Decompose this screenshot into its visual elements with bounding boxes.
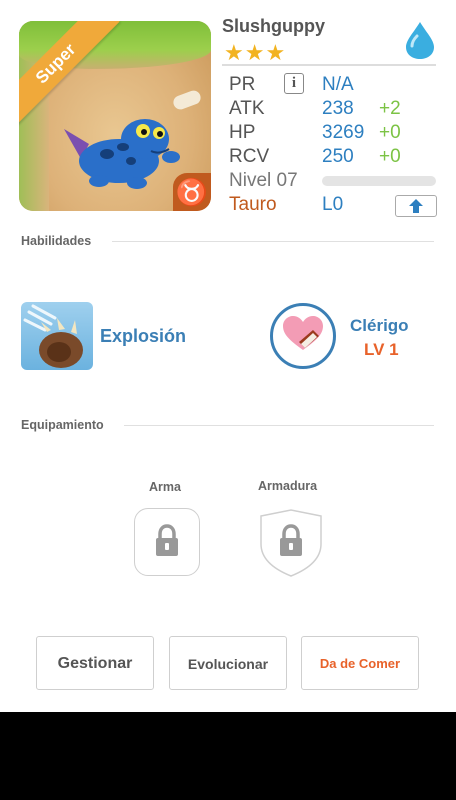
claw-icon [23,304,83,368]
leader-skill-name[interactable]: Clérigo [350,316,409,336]
armor-label: Armadura [258,479,318,493]
evolve-button[interactable]: Evolucionar [169,636,287,690]
manage-button[interactable]: Gestionar [36,636,154,690]
level-progress-bar [322,176,436,186]
active-skill-name[interactable]: Explosión [100,326,186,347]
atk-value: 238 [322,98,354,119]
rcv-label: RCV [229,146,270,167]
creature-name: Slushguppy [222,16,325,36]
zodiac-upgrade-button[interactable] [395,195,437,217]
armor-slot[interactable] [258,508,324,578]
active-skill-icon[interactable] [21,302,93,370]
zodiac-level: L0 [322,194,344,215]
pr-label: PR [229,74,256,95]
rcv-bonus: +0 [379,146,401,167]
weapon-slot[interactable] [134,508,200,576]
star-rating: ★★★ [224,40,287,65]
water-element-icon [406,22,434,59]
creature-image [64,119,180,189]
equipment-section-title: Equipamiento [21,418,104,432]
leader-skill-icon[interactable] [270,303,336,369]
skills-section-title: Habilidades [21,234,92,248]
level-label: Nivel 07 [229,170,298,191]
divider [112,241,434,242]
divider [222,64,436,66]
hp-value: 3269 [322,122,365,143]
creature-portrait: Super ♉ [19,21,211,211]
weapon-label: Arma [149,480,181,494]
rcv-value: 250 [322,146,354,167]
atk-bonus: +2 [379,98,401,119]
atk-label: ATK [229,98,265,119]
hp-bonus: +0 [379,122,401,143]
feed-button[interactable]: Da de Comer [301,636,419,690]
hp-label: HP [229,122,256,143]
divider [124,425,434,426]
heart-book-icon [283,316,323,350]
pr-info-icon[interactable]: i [284,73,304,94]
taurus-badge-icon: ♉ [173,173,211,211]
zodiac-label: Tauro [229,194,277,215]
creature-detail-screen: Super ♉ Slushguppy ★★★ PR i N/A ATK 238 … [0,0,456,712]
lock-icon [156,524,178,556]
pr-value: N/A [322,74,354,95]
leader-skill-level: LV 1 [364,340,399,359]
arrow-up-icon [409,199,423,213]
